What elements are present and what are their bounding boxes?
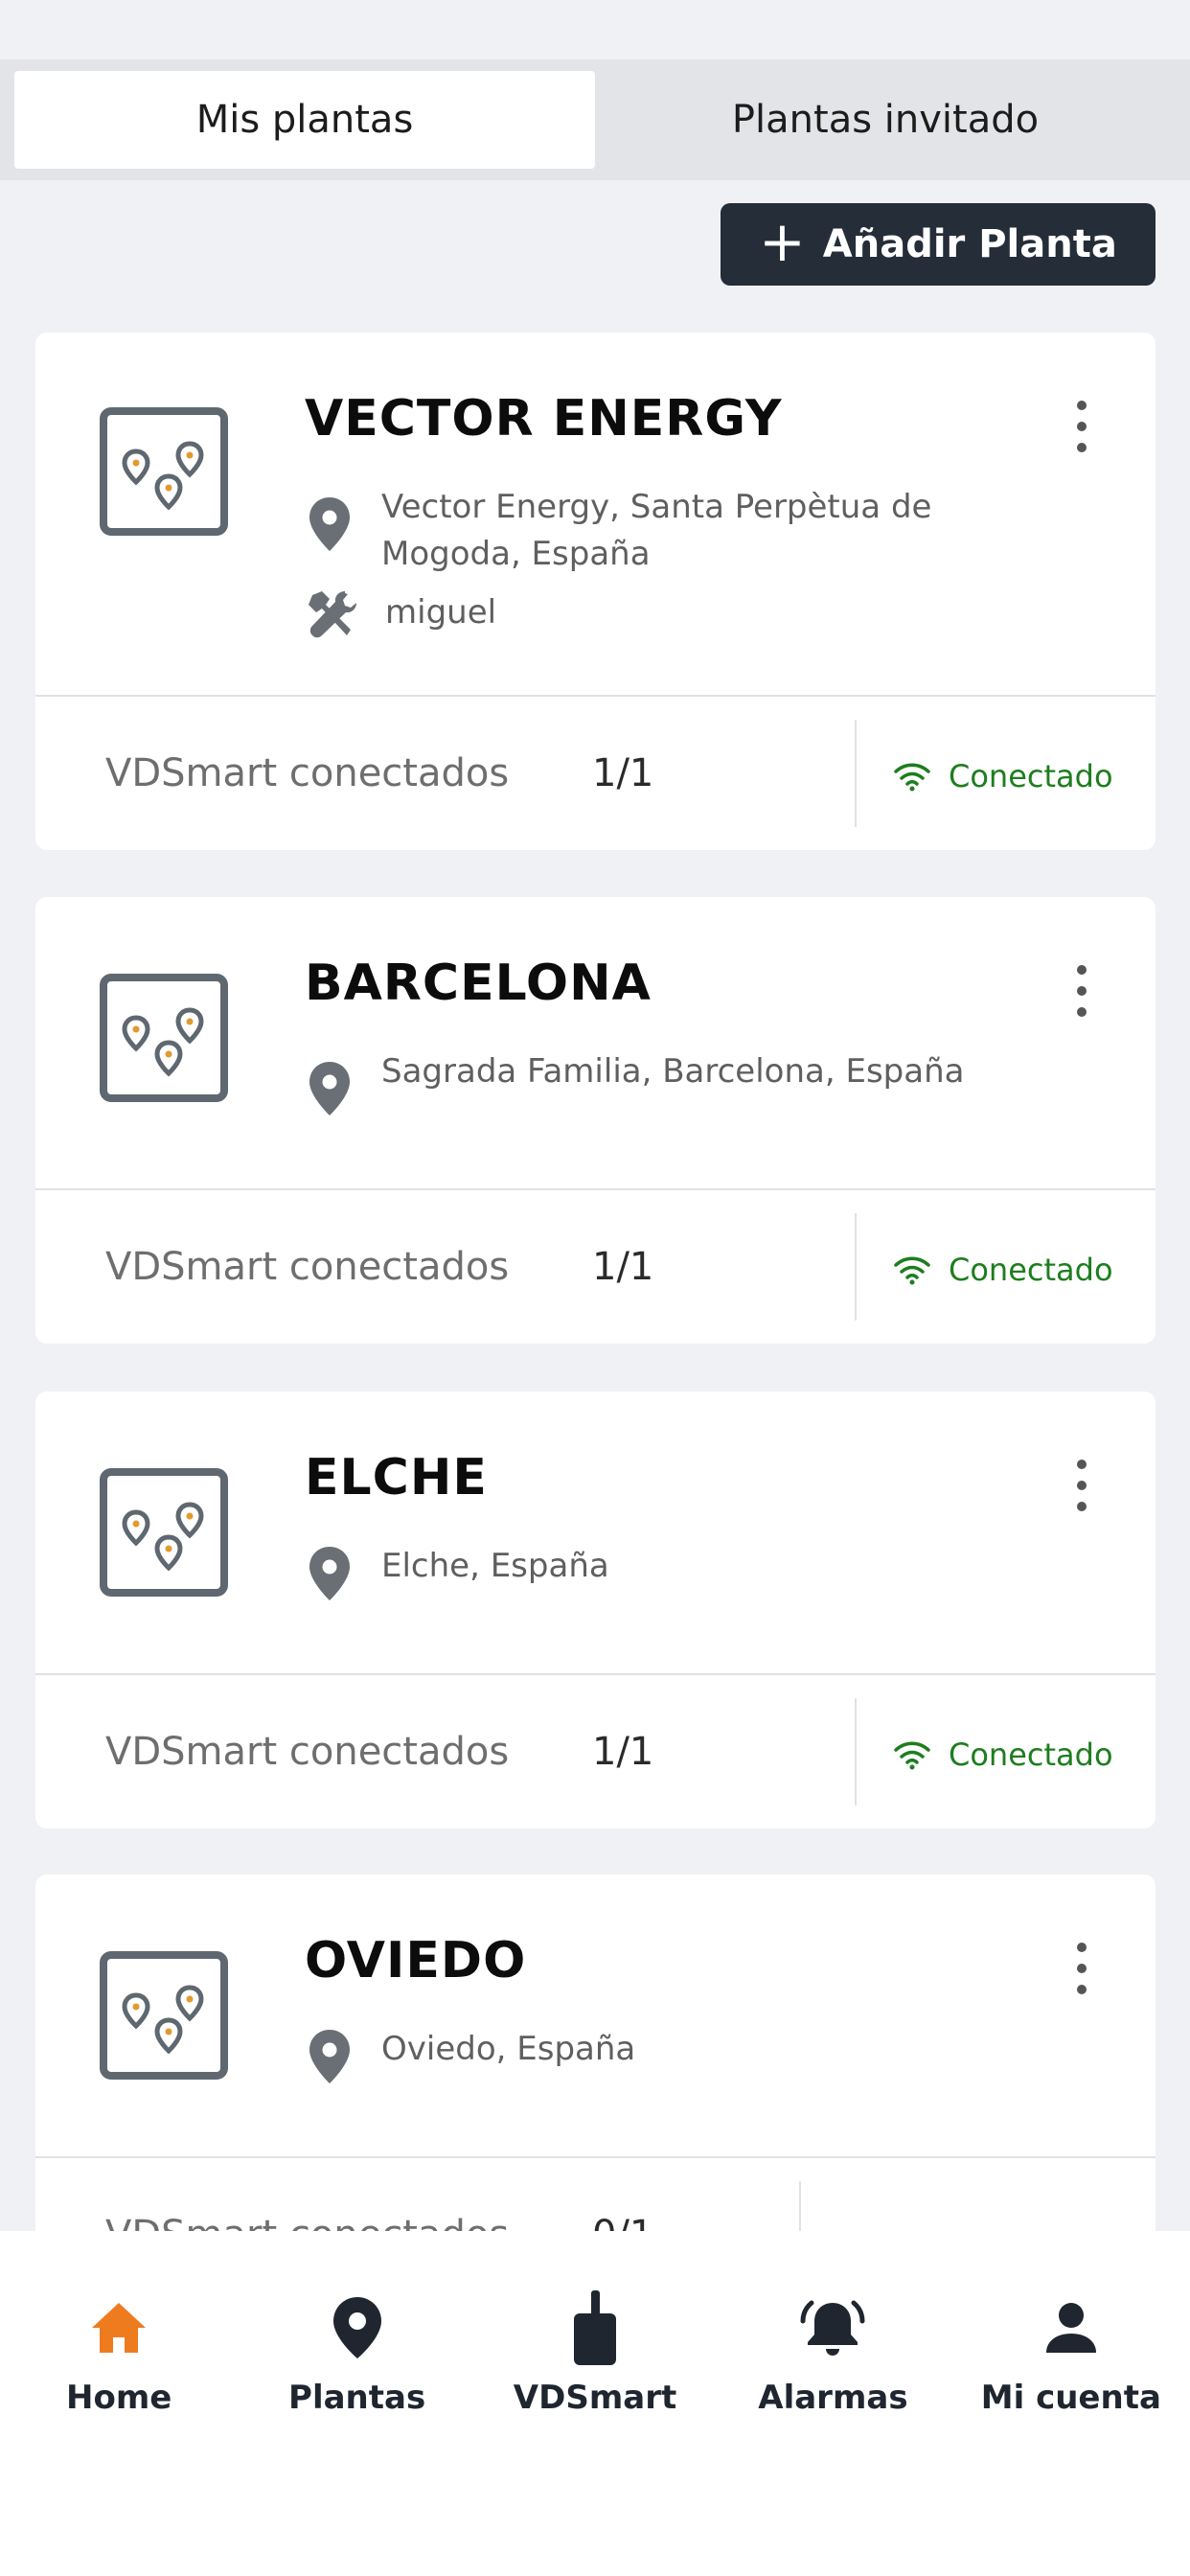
wifi-icon	[894, 763, 930, 792]
add-plant-label: Añadir Planta	[822, 222, 1117, 266]
plant-name: ELCHE	[305, 1449, 488, 1506]
plant-card-barcelona[interactable]: BARCELONA Sagrada Familia, Barcelona, Es…	[35, 897, 1156, 1344]
vdsmart-connected-label: VDSmart conectados	[105, 1730, 510, 1774]
plant-card-vector-energy[interactable]: VECTOR ENERGY Vector Energy, Santa Perpè…	[35, 333, 1156, 850]
alarm-bell-icon	[800, 2300, 865, 2356]
more-options-icon[interactable]	[1067, 1457, 1096, 1514]
plant-map-icon	[100, 407, 228, 536]
plant-card-footer: VDSmart conectados 1/1 Conectado	[35, 1190, 1156, 1344]
plant-location: Vector Energy, Santa Perpètua de Mogoda,…	[381, 488, 932, 573]
plant-location-row: Oviedo, España	[305, 2026, 975, 2085]
vdsmart-connected-count: 1/1	[592, 1245, 654, 1289]
connection-status-label: Conectado	[949, 758, 1113, 795]
vdsmart-connected-label: VDSmart conectados	[105, 751, 510, 795]
account-icon	[1045, 2303, 1096, 2353]
plant-location-row: Sagrada Familia, Barcelona, España	[305, 1048, 975, 1117]
connection-status-label: Conectado	[949, 1736, 1113, 1774]
plant-installer: miguel	[385, 593, 497, 632]
vdsmart-connected-label: VDSmart conectados	[105, 1245, 510, 1289]
vdsmart-connected-count: 1/1	[592, 1730, 654, 1774]
connection-status: Conectado	[893, 1736, 1113, 1773]
tab-mis-plantas[interactable]: Mis plantas	[14, 71, 595, 169]
vdsmart-device-icon	[574, 2290, 617, 2365]
vdsmart-connected-count: 1/1	[592, 751, 654, 795]
plant-location: Oviedo, España	[381, 2030, 636, 2068]
footer-divider	[855, 1698, 857, 1806]
connection-status: Conectado	[893, 758, 1113, 794]
plant-location: Sagrada Familia, Barcelona, España	[381, 1052, 965, 1091]
location-pin-icon	[309, 2030, 350, 2083]
plant-installer-row: miguel	[305, 589, 979, 641]
nav-plantas-label: Plantas	[288, 2379, 426, 2417]
wifi-icon	[894, 1256, 930, 1285]
plant-name: OVIEDO	[305, 1932, 527, 1990]
plant-name: BARCELONA	[305, 954, 652, 1012]
home-icon	[92, 2303, 147, 2353]
location-pin-icon	[309, 1062, 350, 1116]
nav-alarmas-label: Alarmas	[758, 2379, 908, 2417]
nav-mi-cuenta[interactable]: Mi cuenta	[952, 2288, 1190, 2576]
nav-home[interactable]: Home	[0, 2288, 238, 2576]
plant-map-icon	[100, 974, 228, 1102]
footer-divider	[855, 1213, 857, 1321]
more-options-icon[interactable]	[1067, 962, 1096, 1020]
add-plant-button[interactable]: + Añadir Planta	[721, 203, 1156, 286]
plant-map-icon	[100, 1468, 228, 1597]
connection-status-label: Conectado	[949, 1252, 1113, 1289]
plant-location: Elche, España	[381, 1547, 609, 1585]
nav-plantas[interactable]: Plantas	[238, 2288, 475, 2576]
footer-divider	[855, 720, 857, 827]
connection-status: Conectado	[893, 1252, 1113, 1288]
plant-card-footer: VDSmart conectados 1/1 Conectado	[35, 1675, 1156, 1828]
plant-location-row: Vector Energy, Santa Perpètua de Mogoda,…	[305, 484, 975, 578]
plus-icon: +	[759, 209, 806, 274]
plant-location-row: Elche, España	[305, 1543, 975, 1602]
tools-icon	[309, 591, 356, 638]
location-pin-icon	[309, 1547, 350, 1600]
plant-card-elche[interactable]: ELCHE Elche, España VDSmart conectados 1…	[35, 1392, 1156, 1828]
more-options-icon[interactable]	[1067, 398, 1096, 455]
plant-map-icon	[100, 1951, 228, 2080]
wifi-icon	[894, 1741, 930, 1770]
bottom-navigation: Home Plantas VDSmart Alarmas Mi cuenta	[0, 2231, 1190, 2576]
nav-vdsmart[interactable]: VDSmart	[476, 2288, 714, 2576]
nav-alarmas[interactable]: Alarmas	[714, 2288, 951, 2576]
plant-name: VECTOR ENERGY	[305, 390, 783, 448]
nav-mi-cuenta-label: Mi cuenta	[980, 2379, 1161, 2417]
nav-vdsmart-label: VDSmart	[513, 2379, 677, 2417]
location-pin-icon	[309, 497, 350, 551]
tab-plantas-invitado[interactable]: Plantas invitado	[595, 71, 1176, 169]
plants-tab-bar: Mis plantas Plantas invitado	[0, 59, 1190, 180]
more-options-icon[interactable]	[1067, 1940, 1096, 1997]
plant-card-footer: VDSmart conectados 1/1 Conectado	[35, 697, 1156, 850]
location-pin-icon	[332, 2297, 381, 2358]
nav-home-label: Home	[66, 2379, 172, 2417]
